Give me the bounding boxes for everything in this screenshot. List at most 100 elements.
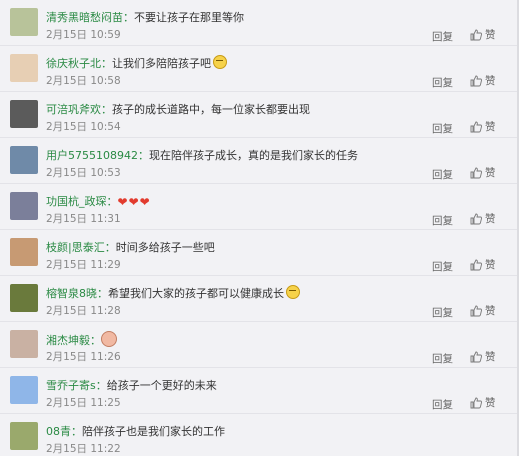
like-label: 赞 xyxy=(485,29,496,41)
username-link[interactable]: 可涪巩斧欢： xyxy=(46,103,112,116)
like-label: 赞 xyxy=(485,121,496,133)
thumb-up-icon xyxy=(470,351,482,362)
reply-button[interactable]: 回复 xyxy=(432,397,453,412)
like-button[interactable]: 赞 xyxy=(470,73,496,88)
user-avatar[interactable] xyxy=(10,8,38,36)
comment-row: 雪乔子寄s：给孩子一个更好的未来 2月15日 11:25 回复 赞 xyxy=(0,368,519,414)
timestamp: 2月15日 10:59 xyxy=(46,29,121,41)
thumb-up-icon xyxy=(470,29,482,40)
thumb-up-icon xyxy=(470,305,482,316)
comment-text: 不要让孩子在那里等你 xyxy=(134,11,244,24)
timestamp: 2月15日 11:31 xyxy=(46,213,121,225)
timestamp: 2月15日 11:22 xyxy=(46,443,121,455)
reply-button[interactable]: 回复 xyxy=(432,351,453,366)
comment-row: 用户5755108942：现在陪伴孩子成长，真的是我们家长的任务 2月15日 1… xyxy=(0,138,519,184)
user-avatar[interactable] xyxy=(10,54,38,82)
like-button[interactable]: 赞 xyxy=(470,257,496,272)
comment-text: 孩子的成长道路中，每一位家长都要出现 xyxy=(112,103,310,116)
reply-button[interactable]: 回复 xyxy=(432,167,453,182)
reply-button[interactable]: 回复 xyxy=(432,213,453,228)
like-label: 赞 xyxy=(485,259,496,271)
comment-row: 徐庆秋子北：让我们多陪陪孩子吧 2月15日 10:58 回复 赞 xyxy=(0,46,519,92)
thumb-up-icon xyxy=(470,213,482,224)
comment-row: 枝颜|思泰汇：时间多给孩子一些吧 2月15日 11:29 回复 赞 xyxy=(0,230,519,276)
user-avatar[interactable] xyxy=(10,422,38,450)
reply-button[interactable]: 回复 xyxy=(432,29,453,44)
username-link[interactable]: 榕智泉8晓： xyxy=(46,287,108,300)
username-link[interactable]: 湘杰坤毅： xyxy=(46,334,101,347)
comment-text: 陪伴孩子也是我们家长的工作 xyxy=(82,425,225,438)
comment-row: 可涪巩斧欢：孩子的成长道路中，每一位家长都要出现 2月15日 10:54 回复 … xyxy=(0,92,519,138)
comment-line: 徐庆秋子北：让我们多陪陪孩子吧 xyxy=(46,55,227,71)
like-button[interactable]: 赞 xyxy=(470,27,496,42)
timestamp: 2月15日 10:54 xyxy=(46,121,121,133)
thumb-up-icon xyxy=(470,75,482,86)
timestamp: 2月15日 11:25 xyxy=(46,397,121,409)
comment-row: 湘杰坤毅： 2月15日 11:26 回复 赞 xyxy=(0,322,519,368)
username-link[interactable]: 枝颜|思泰汇： xyxy=(46,241,116,254)
user-avatar[interactable] xyxy=(10,376,38,404)
comment-line: 枝颜|思泰汇：时间多给孩子一些吧 xyxy=(46,239,215,255)
reply-button[interactable]: 回复 xyxy=(432,121,453,136)
thumb-up-icon xyxy=(470,121,482,132)
reply-button[interactable]: 回复 xyxy=(432,305,453,320)
timestamp: 2月15日 10:53 xyxy=(46,167,121,179)
like-button[interactable]: 赞 xyxy=(470,303,496,318)
like-label: 赞 xyxy=(485,75,496,87)
comment-line: 榕智泉8晓：希望我们大家的孩子都可以健康成长 xyxy=(46,285,300,301)
username-link[interactable]: 清秀黑暗愁闷苗： xyxy=(46,11,134,24)
user-avatar[interactable] xyxy=(10,238,38,266)
heart-emoji-icon: ❤ xyxy=(128,195,139,209)
like-button[interactable]: 赞 xyxy=(470,395,496,410)
comment-text: 给孩子一个更好的未来 xyxy=(106,379,217,392)
thumb-up-icon xyxy=(470,259,482,270)
comment-text: 让我们多陪陪孩子吧 xyxy=(112,57,211,70)
like-button[interactable]: 赞 xyxy=(470,119,496,134)
like-button[interactable]: 赞 xyxy=(470,349,496,364)
like-label: 赞 xyxy=(485,397,496,409)
timestamp: 2月15日 11:28 xyxy=(46,305,121,317)
smile-emoji-icon xyxy=(286,285,300,299)
user-avatar[interactable] xyxy=(10,284,38,312)
baby-emoji-icon xyxy=(101,331,117,347)
comment-list: 清秀黑暗愁闷苗：不要让孩子在那里等你 2月15日 10:59 回复 赞 徐庆秋子… xyxy=(0,0,519,456)
timestamp: 2月15日 10:58 xyxy=(46,75,121,87)
comment-row: 榕智泉8晓：希望我们大家的孩子都可以健康成长 2月15日 11:28 回复 赞 xyxy=(0,276,519,322)
username-link[interactable]: 功国杭_政琛： xyxy=(46,195,118,208)
username-link[interactable]: 徐庆秋子北： xyxy=(46,57,112,70)
user-avatar[interactable] xyxy=(10,330,38,358)
like-label: 赞 xyxy=(485,167,496,179)
heart-emoji-icon: ❤ xyxy=(139,195,150,209)
comment-line: 用户5755108942：现在陪伴孩子成长，真的是我们家长的任务 xyxy=(46,147,358,163)
comment-line: 功国杭_政琛：❤❤❤ xyxy=(46,193,151,209)
like-label: 赞 xyxy=(485,305,496,317)
like-button[interactable]: 赞 xyxy=(470,211,496,226)
comment-line: 08青：陪伴孩子也是我们家长的工作 xyxy=(46,423,225,439)
comment-line: 湘杰坤毅： xyxy=(46,331,117,348)
username-link[interactable]: 雪乔子寄s： xyxy=(46,379,107,392)
thumb-up-icon xyxy=(470,167,482,178)
user-avatar[interactable] xyxy=(10,146,38,174)
user-avatar[interactable] xyxy=(10,192,38,220)
comment-line: 清秀黑暗愁闷苗：不要让孩子在那里等你 xyxy=(46,9,244,25)
reply-button[interactable]: 回复 xyxy=(432,259,453,274)
smile-emoji-icon xyxy=(213,55,227,69)
like-button[interactable]: 赞 xyxy=(470,165,496,180)
username-link[interactable]: 用户5755108942： xyxy=(46,149,149,162)
reply-button[interactable]: 回复 xyxy=(432,75,453,90)
heart-emoji-icon: ❤ xyxy=(117,195,128,209)
timestamp: 2月15日 11:29 xyxy=(46,259,121,271)
timestamp: 2月15日 11:26 xyxy=(46,351,121,363)
comment-row: 功国杭_政琛：❤❤❤ 2月15日 11:31 回复 赞 xyxy=(0,184,519,230)
comment-row: 08青：陪伴孩子也是我们家长的工作 2月15日 11:22 xyxy=(0,414,519,456)
username-link[interactable]: 08青： xyxy=(46,425,82,438)
comment-line: 可涪巩斧欢：孩子的成长道路中，每一位家长都要出现 xyxy=(46,101,310,117)
comment-text: 时间多给孩子一些吧 xyxy=(115,241,215,254)
comment-line: 雪乔子寄s：给孩子一个更好的未来 xyxy=(46,377,217,393)
thumb-up-icon xyxy=(470,397,482,408)
comment-text: 希望我们大家的孩子都可以健康成长 xyxy=(108,287,284,300)
user-avatar[interactable] xyxy=(10,100,38,128)
like-label: 赞 xyxy=(485,351,496,363)
comment-row: 清秀黑暗愁闷苗：不要让孩子在那里等你 2月15日 10:59 回复 赞 xyxy=(0,0,519,46)
like-label: 赞 xyxy=(485,213,496,225)
